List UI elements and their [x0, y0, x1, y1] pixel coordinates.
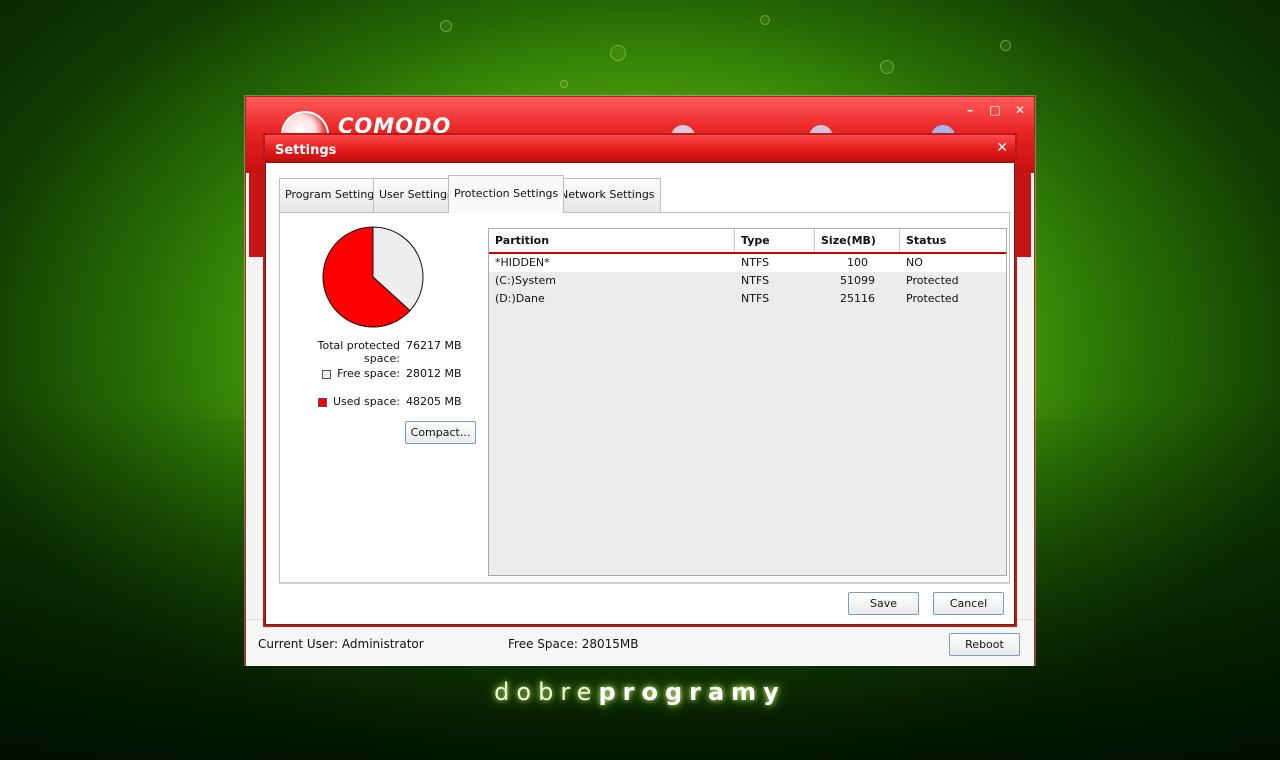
cell-status: Protected: [906, 292, 959, 305]
tab-program-settings[interactable]: Program Settings: [279, 178, 387, 212]
table-row[interactable]: (D:)Dane NTFS 25116 Protected: [489, 290, 1006, 308]
free-space-stat-label: Free space:: [337, 367, 400, 380]
maximize-button[interactable]: □: [987, 103, 1003, 117]
cell-partition: (C:)System: [495, 274, 556, 287]
close-window-button[interactable]: ✕: [1012, 103, 1028, 117]
cell-size: 100: [847, 256, 868, 269]
current-user-label: Current User: Administrator: [258, 637, 424, 651]
table-row[interactable]: *HIDDEN* NTFS 100 NO: [489, 254, 1006, 272]
total-space-value: 76217 MB: [406, 339, 462, 352]
reboot-button[interactable]: Reboot: [949, 633, 1020, 656]
cell-partition: *HIDDEN*: [495, 256, 550, 269]
column-header-type[interactable]: Type: [735, 229, 815, 252]
bubble-decoration: [440, 20, 452, 32]
partition-table-header: Partition Type Size(MB) Status: [489, 229, 1006, 254]
table-row[interactable]: (C:)System NTFS 51099 Protected: [489, 272, 1006, 290]
bubble-decoration: [880, 60, 894, 74]
used-space-stat-value: 48205 MB: [406, 395, 462, 408]
used-swatch-icon: [317, 397, 327, 407]
column-header-status[interactable]: Status: [900, 229, 1006, 252]
cell-partition: (D:)Dane: [495, 292, 545, 305]
cell-type: NTFS: [741, 274, 770, 287]
tab-user-settings[interactable]: User Settings: [373, 178, 459, 212]
used-space-stat-label: Used space:: [332, 395, 400, 408]
cell-type: NTFS: [741, 292, 770, 305]
settings-dialog: Settings ✕ Program Settings User Setting…: [263, 133, 1017, 627]
site-brand-logo: dobreprogramy: [0, 678, 1280, 706]
used-space-legend: Used space:: [280, 395, 400, 408]
bubble-decoration: [760, 15, 770, 25]
tab-protection-settings[interactable]: Protection Settings: [448, 175, 565, 213]
bubble-decoration: [1000, 40, 1011, 51]
minimize-button[interactable]: –: [962, 103, 978, 117]
free-swatch-icon: [322, 369, 332, 379]
free-space-stat-value: 28012 MB: [406, 367, 462, 380]
column-header-partition[interactable]: Partition: [489, 229, 735, 252]
free-space-label: Free Space: 28015MB: [508, 637, 639, 651]
cell-size: 51099: [840, 274, 875, 287]
total-space-label: Total protected space:: [317, 339, 400, 365]
free-space-legend: Free space:: [280, 367, 400, 380]
panel-shadow: [279, 582, 1010, 584]
cell-status: Protected: [906, 274, 959, 287]
protection-panel: Total protected space: 76217 MB Free spa…: [279, 212, 1010, 583]
partition-table: Partition Type Size(MB) Status *HIDDEN* …: [488, 228, 1007, 576]
bubble-decoration: [560, 80, 568, 88]
dialog-close-button[interactable]: ✕: [996, 140, 1008, 156]
cell-status: NO: [906, 256, 923, 269]
column-header-size[interactable]: Size(MB): [815, 229, 900, 252]
brand-light-text: dobre: [494, 678, 599, 706]
side-strip: [249, 173, 263, 257]
brand-bold-text: programy: [598, 678, 786, 706]
save-button[interactable]: Save: [848, 592, 919, 615]
cell-size: 25116: [840, 292, 875, 305]
cancel-button[interactable]: Cancel: [933, 592, 1004, 615]
side-strip: [1017, 173, 1031, 257]
bubble-decoration: [610, 45, 626, 61]
cell-type: NTFS: [741, 256, 770, 269]
compact-button[interactable]: Compact...: [405, 421, 476, 444]
dialog-titlebar[interactable]: Settings ✕: [265, 135, 1015, 162]
usage-pie-chart: [322, 226, 424, 328]
tab-network-settings[interactable]: Network Settings: [554, 178, 661, 212]
dialog-title: Settings: [275, 143, 337, 158]
dialog-body: Program Settings User Settings Protectio…: [265, 162, 1015, 625]
